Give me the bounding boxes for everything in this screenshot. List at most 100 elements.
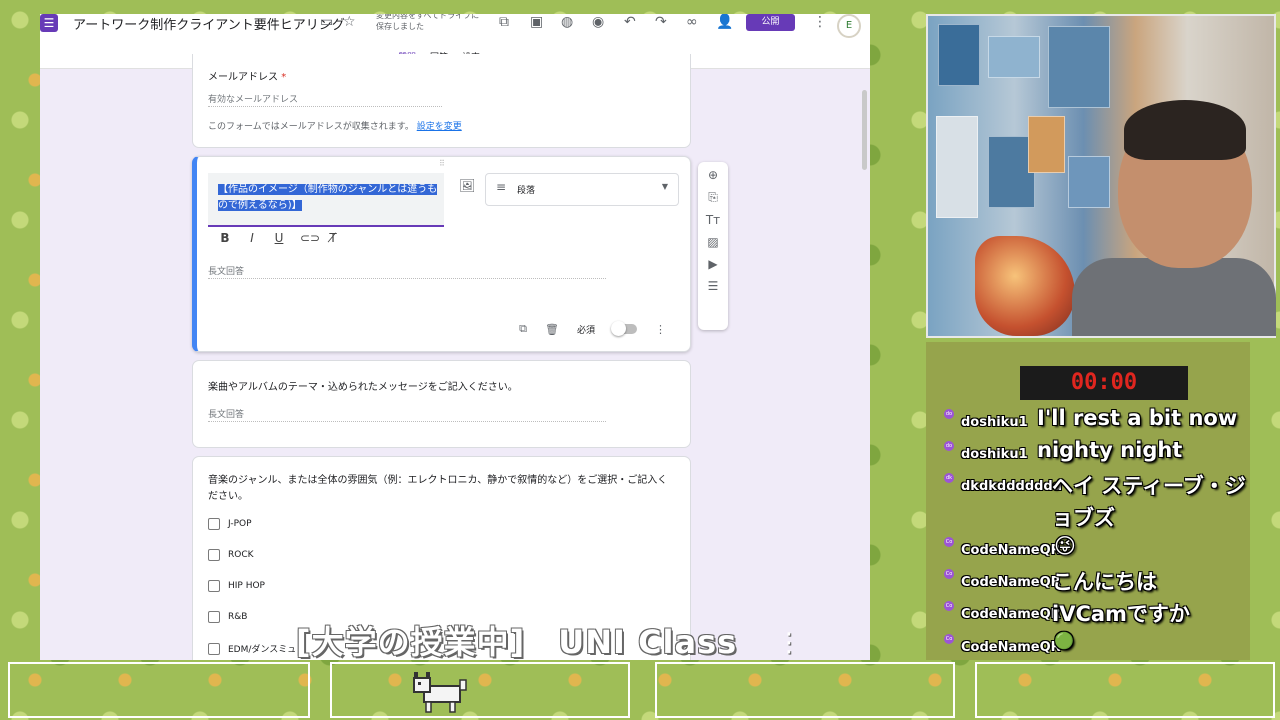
user-badge: do xyxy=(944,441,954,451)
question-title-text[interactable]: 【作品のイメージ（制作物のジャンルとは違うもので例えるなら)】 xyxy=(218,184,438,211)
paragraph-icon: ≡ xyxy=(496,180,507,194)
card-footer: ⧉ 🗑 必須 ⋮ xyxy=(519,321,666,336)
import-questions-icon[interactable]: ⎘ xyxy=(708,190,718,205)
chat-text: iVCamですか xyxy=(1052,602,1190,626)
checkbox[interactable] xyxy=(208,580,220,592)
avatar[interactable]: E xyxy=(837,14,861,38)
add-section-icon[interactable]: ☰ xyxy=(708,279,719,293)
wall-poster xyxy=(1048,26,1110,108)
more-options-icon[interactable]: ⋮ xyxy=(655,323,666,336)
clear-format-icon[interactable]: T̸ xyxy=(327,231,339,245)
bottom-frame xyxy=(655,662,955,718)
checkbox[interactable] xyxy=(208,642,220,655)
selected-question-card[interactable]: ⠿ 【作品のイメージ（制作物のジャンルとは違うもので例えるなら)】 🖼 ≡ 段落… xyxy=(192,156,691,352)
bold-icon[interactable]: B xyxy=(219,231,231,245)
add-image-icon[interactable]: ▨ xyxy=(707,235,718,249)
change-settings-link[interactable]: 設定を変更 xyxy=(417,122,462,132)
genre-question-title: 音楽のジャンル、または全体の雰囲気（例：エレクトロニカ、静かで叙情的など）をご選… xyxy=(208,475,668,502)
email-underline xyxy=(208,106,442,107)
option-row[interactable]: J-POP xyxy=(208,518,252,530)
undo-icon[interactable]: ↶ xyxy=(624,14,636,30)
option-label: EDM/ダンスミュ xyxy=(228,645,297,655)
add-collaborator-icon[interactable]: 👤 xyxy=(716,14,733,30)
theme-question-title: 楽曲やアルバムのテーマ・込められたメッセージをご記入ください。 xyxy=(208,382,518,393)
person-body xyxy=(1072,258,1276,336)
required-toggle[interactable] xyxy=(611,321,637,336)
user-badge: Co xyxy=(944,634,954,644)
link-icon[interactable]: ∞ xyxy=(686,14,698,30)
stream-timer: 00:00 xyxy=(1020,366,1188,400)
email-notice-text: このフォームではメールアドレスが収集されます。 xyxy=(208,122,414,132)
redo-icon[interactable]: ↷ xyxy=(655,14,667,30)
long-answer-placeholder: 長文回答 xyxy=(208,267,245,277)
email-notice: このフォームではメールアドレスが収集されます。 設定を変更 xyxy=(208,119,462,132)
email-question-title: メールアドレス * xyxy=(208,68,286,83)
add-question-icon[interactable]: ⊕ xyxy=(708,168,718,182)
addon-icon[interactable]: ⧉ xyxy=(499,14,509,30)
person-hair xyxy=(1124,100,1246,160)
bottom-frame xyxy=(8,662,310,718)
forms-logo-icon[interactable]: ☰ xyxy=(40,14,58,32)
wall-poster xyxy=(938,24,980,86)
chat-username: CodeNameQR xyxy=(961,575,1061,590)
chat-text: ヘイ スティーブ・ジョブズ xyxy=(1052,474,1246,530)
option-row[interactable]: HIP HOP xyxy=(208,580,265,592)
email-title-text: メールアドレス xyxy=(208,72,278,83)
stream-title: [大学の授業中] UNI Class xyxy=(296,623,738,661)
palette-icon[interactable]: ◍ xyxy=(561,14,573,30)
question-type-select[interactable]: ≡ 段落 ▼ xyxy=(485,173,679,206)
required-mark: * xyxy=(281,72,287,83)
dropdown-arrow-icon: ▼ xyxy=(661,182,668,191)
preview-icon[interactable]: ◉ xyxy=(592,14,604,30)
add-title-icon[interactable]: Tт xyxy=(706,213,720,227)
option-row[interactable]: ROCK xyxy=(208,549,254,561)
option-row[interactable]: EDM/ダンスミュ xyxy=(208,642,296,655)
folder-icon[interactable]: ▭ xyxy=(320,14,333,30)
question-card-theme[interactable]: 楽曲やアルバムのテーマ・込められたメッセージをご記入ください。 長文回答 xyxy=(192,360,691,448)
chat-username: CodeNameQR xyxy=(961,543,1061,558)
option-label: ROCK xyxy=(228,550,254,560)
more-vert-icon[interactable]: ⋮ xyxy=(813,14,827,30)
user-badge: do xyxy=(944,409,954,419)
wall-poster xyxy=(936,116,978,218)
drag-handle-icon[interactable]: ⠿ xyxy=(439,159,445,168)
star-icon[interactable]: ☆ xyxy=(343,14,356,30)
add-video-icon[interactable]: ▶ xyxy=(708,257,717,271)
checkbox[interactable] xyxy=(208,518,220,530)
image-icon[interactable]: 🖼 xyxy=(459,179,476,194)
italic-icon[interactable]: I xyxy=(246,231,258,245)
user-badge: Co xyxy=(944,601,954,611)
form-title[interactable]: アートワーク制作クライアント要件ヒアリング xyxy=(73,14,345,33)
question-side-toolbar: ⊕ ⎘ Tт ▨ ▶ ☰ xyxy=(698,162,728,330)
question-type-label: 段落 xyxy=(517,186,536,196)
publish-button[interactable]: 公開 xyxy=(746,14,795,31)
wall-poster xyxy=(988,36,1040,78)
bottom-frame xyxy=(975,662,1275,718)
chat-text: nighty night xyxy=(1037,438,1183,462)
user-badge: Co xyxy=(944,537,954,547)
chat-username: doshiku1 xyxy=(961,415,1028,430)
email-card: メールアドレス * 有効なメールアドレス このフォームではメールアドレスが収集さ… xyxy=(192,54,691,148)
option-label: J-POP xyxy=(228,519,252,529)
user-badge: dk xyxy=(944,473,954,483)
chat-username: dkdkddddddd xyxy=(961,479,1063,494)
question-title-field[interactable]: 【作品のイメージ（制作物のジャンルとは違うもので例えるなら)】 xyxy=(208,173,444,227)
wall-poster xyxy=(1068,156,1110,208)
more-vert-icon[interactable]: ⋮ xyxy=(776,628,802,658)
underline-icon[interactable]: U xyxy=(273,231,285,245)
theme-long-answer: 長文回答 xyxy=(208,410,245,420)
delete-icon[interactable]: 🗑 xyxy=(545,323,559,336)
duplicate-icon[interactable]: ⧉ xyxy=(519,322,527,336)
google-forms-window: ☰ アートワーク制作クライアント要件ヒアリング ▭ ☆ 変更内容をすべてドライブ… xyxy=(40,14,870,660)
link-icon[interactable]: ⊂⊃ xyxy=(300,231,320,245)
option-row[interactable]: R&B xyxy=(208,611,247,623)
option-label: HIP HOP xyxy=(228,581,265,591)
wall-poster xyxy=(1028,116,1065,173)
ai-icon[interactable]: ▣ xyxy=(530,14,543,30)
chat-text: I'll rest a bit now xyxy=(1037,406,1238,430)
checkbox[interactable] xyxy=(208,549,220,561)
chat-text: こんにちは xyxy=(1052,570,1157,594)
chat-username: CodeNameQR xyxy=(961,607,1061,622)
scrollbar[interactable] xyxy=(862,90,867,170)
checkbox[interactable] xyxy=(208,611,220,623)
